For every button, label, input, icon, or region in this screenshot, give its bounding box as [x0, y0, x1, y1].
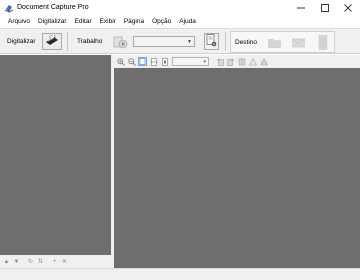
zoom-dropdown[interactable]: ▼	[172, 57, 209, 66]
menu-bar: Arquivo Digitalizar Editar Exibir Página…	[0, 16, 360, 27]
rotate-left-icon[interactable]	[215, 57, 224, 66]
maximize-button[interactable]	[313, 0, 337, 16]
thumbnail-toolbar: ▲ ▼ ↻ ⇅ + ✕	[0, 255, 111, 268]
job-settings-icon	[206, 34, 217, 49]
move-down-icon[interactable]: ▼	[12, 257, 21, 267]
folder-icon[interactable]	[268, 38, 281, 50]
flip-icon[interactable]	[237, 57, 246, 66]
job-settings-button[interactable]	[204, 33, 219, 50]
title-bar: Document Capture Pro	[0, 0, 360, 16]
preview-area[interactable]	[114, 68, 360, 268]
chevron-down-icon: ▼	[202, 59, 207, 64]
app-logo-icon	[4, 3, 14, 13]
actual-size-icon[interactable]	[160, 57, 169, 66]
add-icon[interactable]: +	[50, 257, 59, 267]
fit-width-icon[interactable]	[149, 57, 158, 66]
printer-icon[interactable]	[318, 35, 328, 52]
menu-editar[interactable]: Editar	[71, 16, 96, 27]
thumbnail-panel[interactable]	[0, 55, 111, 255]
destination-group: Destino	[230, 31, 335, 53]
scanner-icon	[45, 33, 59, 48]
delete-icon[interactable]: ✕	[60, 257, 69, 267]
main-toolbar: Digitalizar Trabalho ▼ Destino	[0, 28, 360, 54]
deskew-right-icon[interactable]	[259, 57, 268, 66]
menu-digitalizar[interactable]: Digitalizar	[34, 16, 71, 27]
rotate-right-icon[interactable]	[226, 57, 235, 66]
sort-icon[interactable]: ⇅	[36, 257, 45, 267]
menu-opcao[interactable]: Opção	[148, 16, 175, 27]
menu-exibir[interactable]: Exibir	[96, 16, 120, 27]
toolbar-divider	[67, 32, 68, 51]
menu-ajuda[interactable]: Ajuda	[175, 16, 200, 27]
destination-label: Destino	[235, 39, 258, 46]
window-title: Document Capture Pro	[17, 4, 89, 11]
move-up-icon[interactable]: ▲	[2, 257, 11, 267]
deskew-left-icon[interactable]	[248, 57, 257, 66]
rotate-icon[interactable]: ↻	[26, 257, 35, 267]
menu-pagina[interactable]: Página	[120, 16, 148, 27]
job-dropdown[interactable]: ▼	[133, 36, 195, 47]
scan-label: Digitalizar	[7, 38, 36, 45]
chevron-down-icon: ▼	[187, 39, 192, 45]
email-icon[interactable]	[292, 38, 305, 50]
job-scan-icon[interactable]	[113, 35, 128, 49]
close-button[interactable]	[336, 0, 360, 16]
status-bar	[0, 268, 360, 280]
minimize-button[interactable]	[289, 0, 313, 16]
menu-arquivo[interactable]: Arquivo	[4, 16, 34, 27]
app-window: Document Capture Pro Arquivo Digitalizar…	[0, 0, 360, 280]
preview-toolbar: ▼	[114, 55, 360, 68]
fit-page-icon[interactable]	[138, 57, 147, 66]
zoom-in-icon[interactable]	[116, 57, 125, 66]
zoom-out-icon[interactable]	[127, 57, 136, 66]
scan-button[interactable]	[42, 33, 62, 50]
job-label: Trabalho	[77, 38, 103, 45]
toolbar-divider	[225, 32, 226, 51]
